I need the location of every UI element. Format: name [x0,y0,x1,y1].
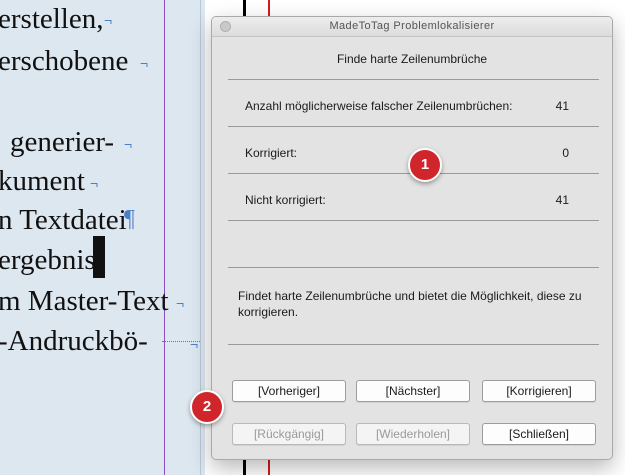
line-end-mark: ¬ [176,295,185,311]
window-title: MadeToTag Problemlokalisierer [329,20,495,32]
undo-button[interactable]: [Rückgängig] [232,423,346,445]
document-text-line: kument [0,165,85,197]
document-text-line: n Textdatei [0,204,127,236]
divider [228,126,599,127]
count-value: 41 [555,99,569,113]
divider [228,220,599,221]
close-button[interactable]: [Schließen] [482,423,596,445]
corrected-value: 0 [562,146,569,160]
corrected-label: Korrigiert: [245,146,298,160]
line-end-mark: ¬ [190,336,199,352]
callout-badge-2: 2 [190,390,224,424]
line-end-mark: ¬ [140,55,149,71]
description-text: Findet harte Zeilenumbrüche und bietet d… [238,289,582,319]
title-bar[interactable]: MadeToTag Problemlokalisierer [212,17,612,37]
callout-badge-1: 1 [408,148,442,182]
document-text-line: m Master-Text [0,285,169,317]
divider [228,79,599,80]
pilcrow-mark: ¶ [124,206,135,232]
not-corrected-value: 41 [555,193,569,207]
text-cursor [93,236,105,278]
document-text-line: generier- [10,126,115,158]
dialog-heading: Finde harte Zeilenumbrüche [336,52,488,66]
divider [228,344,599,345]
document-text-line: ergebnis- [0,244,106,276]
line-end-mark: ¬ [124,136,133,152]
document-text-line: erschobene [0,45,129,77]
problem-finder-dialog: MadeToTag Problemlokalisierer Finde hart… [211,16,613,460]
line-end-mark: ¬ [104,12,113,28]
column-guide [164,0,165,475]
redo-button[interactable]: [Wiederholen] [356,423,470,445]
previous-button[interactable]: [Vorheriger] [232,380,346,402]
divider [228,267,599,268]
correct-button[interactable]: [Korrigieren] [482,380,596,402]
line-end-mark: ¬ [90,175,99,191]
count-label: Anzahl möglicherweise falscher Zeilenumb… [245,99,513,113]
document-text-line: erstellen, [0,3,104,35]
next-button[interactable]: [Nächster] [356,380,470,402]
document-text-line: -Andruckbö- [0,325,148,357]
not-corrected-label: Nicht korrigiert: [245,193,326,207]
